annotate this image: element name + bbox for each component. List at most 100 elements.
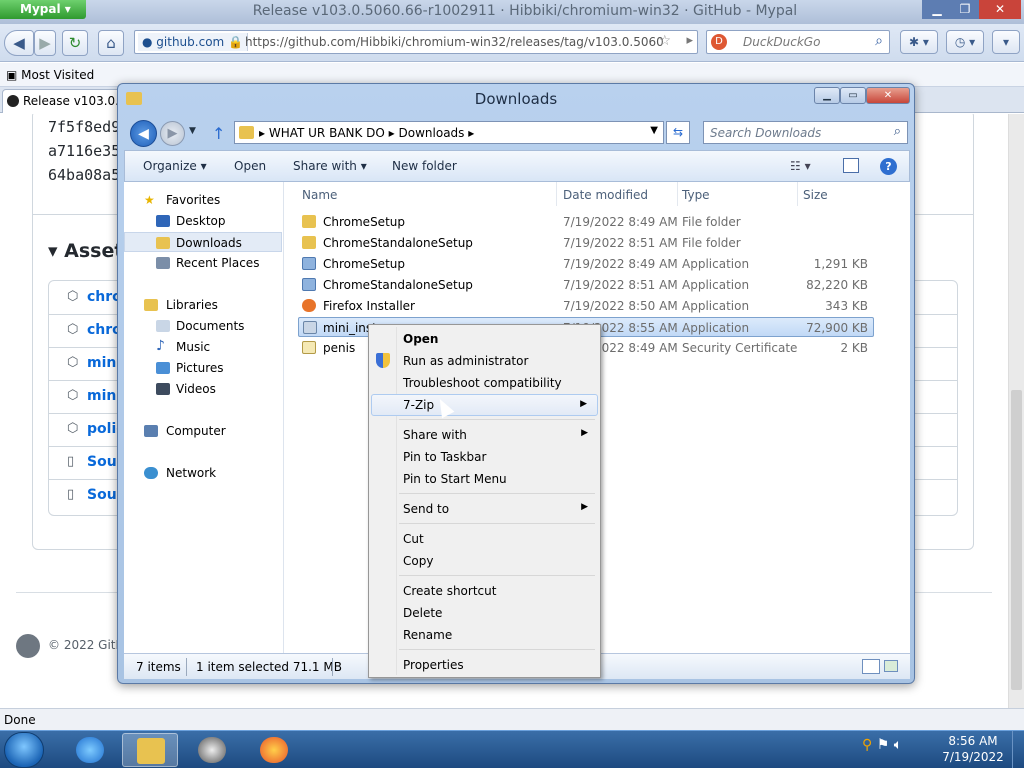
- explorer-address-bar[interactable]: ▸ WHAT UR BANK DO ▸ Downloads ▸ ▼: [234, 121, 664, 144]
- menu-item-create-shortcut[interactable]: Create shortcut: [371, 580, 598, 602]
- reload-button[interactable]: ↻: [62, 30, 88, 56]
- history-button[interactable]: ◷ ▾: [946, 30, 984, 54]
- file-row[interactable]: ChromeStandaloneSetup 7/19/2022 8:51 AM …: [298, 233, 874, 253]
- taskbar-firefox[interactable]: [246, 733, 302, 767]
- menu-item-run-as-administrator[interactable]: Run as administrator: [371, 350, 598, 372]
- chevron-down-icon[interactable]: ▼: [650, 125, 658, 136]
- clock-time[interactable]: 8:56 AM: [944, 734, 1002, 748]
- share-with-button[interactable]: Share with ▾: [293, 159, 367, 173]
- addons-button[interactable]: ✱ ▾: [900, 30, 938, 54]
- menu-separator: [399, 649, 595, 650]
- close-button[interactable]: ✕: [979, 0, 1021, 19]
- clock-date[interactable]: 7/19/2022: [940, 750, 1006, 764]
- start-button[interactable]: [4, 732, 44, 768]
- bookmark-star-icon[interactable]: ☆: [658, 33, 671, 49]
- search-icon[interactable]: ⌕: [875, 33, 883, 49]
- duckduckgo-icon[interactable]: D: [711, 34, 727, 50]
- explorer-close-button[interactable]: ✕: [866, 87, 910, 104]
- maximize-button[interactable]: ❐: [950, 0, 980, 19]
- assets-heading[interactable]: ▾ Asset: [48, 240, 123, 262]
- open-button[interactable]: Open: [234, 159, 266, 173]
- menu-item-properties[interactable]: Properties: [371, 654, 598, 676]
- explorer-forward-button[interactable]: ▶: [160, 121, 185, 146]
- menu-item-cut[interactable]: Cut: [371, 528, 598, 550]
- menu-item-troubleshoot[interactable]: Troubleshoot compatibility: [371, 372, 598, 394]
- forward-arrow-icon: ▶: [167, 126, 178, 141]
- back-button[interactable]: ◀: [4, 30, 34, 56]
- menu-item-share-with[interactable]: Share with ▶: [371, 424, 598, 446]
- file-row[interactable]: ChromeSetup 7/19/2022 8:49 AM Applicatio…: [298, 254, 874, 274]
- app-menu-button[interactable]: Mypal ▾: [0, 0, 86, 19]
- large-icons-view-icon[interactable]: [884, 660, 898, 672]
- file-row[interactable]: ChromeStandaloneSetup 7/19/2022 8:51 AM …: [298, 275, 874, 295]
- file-row[interactable]: ChromeSetup 7/19/2022 8:49 AM File folde…: [298, 212, 874, 232]
- github-logo-icon[interactable]: [16, 634, 40, 658]
- nav-downloads[interactable]: Downloads: [124, 232, 282, 252]
- explorer-minimize-button[interactable]: ▁: [814, 87, 840, 104]
- column-header-type[interactable]: Type: [682, 188, 710, 202]
- taskbar-internet-explorer[interactable]: [62, 733, 118, 767]
- menu-button[interactable]: ▾: [992, 30, 1020, 54]
- star-icon: ★: [144, 193, 155, 207]
- nav-libraries[interactable]: Libraries: [124, 295, 282, 315]
- nav-videos[interactable]: Videos: [124, 379, 282, 399]
- column-header-date[interactable]: Date modified: [563, 188, 648, 202]
- taskbar-explorer[interactable]: [122, 733, 178, 767]
- submenu-arrow-icon: ▶: [581, 502, 588, 512]
- views-icon[interactable]: ☷ ▾: [790, 159, 811, 173]
- column-header-name[interactable]: Name: [302, 188, 337, 202]
- menu-item-pin-to-start-menu[interactable]: Pin to Start Menu: [371, 468, 598, 490]
- bookmark-most-visited[interactable]: ▣ Most Visited: [6, 68, 94, 82]
- forward-button[interactable]: ▶: [34, 30, 56, 56]
- column-header-size[interactable]: Size: [803, 188, 828, 202]
- menu-item-7zip[interactable]: 7-Zip ▶: [371, 394, 598, 416]
- breadcrumb[interactable]: ▸ WHAT UR BANK DO ▸ Downloads ▸: [259, 126, 474, 140]
- scroll-thumb[interactable]: [1011, 390, 1022, 690]
- menu-item-send-to[interactable]: Send to ▶: [371, 498, 598, 520]
- firefox-icon: [260, 737, 288, 763]
- explorer-maximize-button[interactable]: ▭: [840, 87, 866, 104]
- nav-pictures[interactable]: Pictures: [124, 358, 282, 378]
- site-identity[interactable]: ● github.com 🔒: [138, 33, 248, 51]
- nav-music[interactable]: ♪ Music: [124, 337, 282, 357]
- url-bar[interactable]: ● github.com 🔒 https://github.com/Hibbik…: [134, 30, 698, 54]
- up-arrow-icon[interactable]: ↑: [212, 124, 225, 143]
- show-desktop-button[interactable]: [1012, 731, 1024, 768]
- column-separator[interactable]: [797, 182, 798, 206]
- explorer-search-input[interactable]: Search Downloads ⌕: [703, 121, 908, 144]
- nav-documents[interactable]: Documents: [124, 316, 282, 336]
- minimize-button[interactable]: ▁: [922, 0, 952, 19]
- column-separator[interactable]: [677, 182, 678, 206]
- page-scrollbar[interactable]: [1008, 114, 1024, 708]
- system-tray[interactable]: ⚲ ⚑ 🔈︎: [862, 737, 902, 753]
- nav-network[interactable]: Network: [124, 463, 282, 483]
- nav-favorites[interactable]: ★ Favorites: [124, 190, 282, 210]
- menu-item-copy[interactable]: Copy: [371, 550, 598, 572]
- taskbar-mypal[interactable]: [184, 733, 240, 767]
- menu-item-pin-to-taskbar[interactable]: Pin to Taskbar: [371, 446, 598, 468]
- menu-item-open[interactable]: Open: [371, 328, 598, 350]
- url-go-icon[interactable]: ▸: [686, 33, 693, 48]
- refresh-button[interactable]: ⇆: [666, 121, 690, 144]
- search-icon[interactable]: ⚲: [862, 737, 872, 753]
- organize-button[interactable]: Organize ▾: [143, 159, 207, 173]
- volume-icon[interactable]: 🔈︎: [894, 737, 902, 753]
- home-button[interactable]: ⌂: [98, 30, 124, 56]
- preview-pane-icon[interactable]: [843, 158, 859, 173]
- nav-desktop[interactable]: Desktop: [124, 211, 282, 231]
- file-row[interactable]: Firefox Installer 7/19/2022 8:50 AM Appl…: [298, 296, 874, 316]
- menu-item-rename[interactable]: Rename: [371, 624, 598, 646]
- search-bar[interactable]: D DuckDuckGo ⌕: [706, 30, 890, 54]
- help-icon[interactable]: ?: [880, 158, 897, 175]
- raccoon-icon: [198, 737, 226, 763]
- nav-computer[interactable]: Computer: [124, 421, 282, 441]
- details-view-icon[interactable]: [862, 659, 880, 674]
- menu-item-delete[interactable]: Delete: [371, 602, 598, 624]
- new-folder-button[interactable]: New folder: [392, 159, 457, 173]
- nav-recent-places[interactable]: Recent Places: [124, 253, 282, 273]
- network-icon[interactable]: ⚑: [877, 737, 890, 753]
- recent-pages-dropdown[interactable]: ▼: [189, 126, 196, 136]
- column-separator[interactable]: [556, 182, 557, 206]
- explorer-back-button[interactable]: ◀: [130, 120, 157, 147]
- window-title: Release v103.0.5060.66-r1002911 · Hibbik…: [252, 3, 798, 19]
